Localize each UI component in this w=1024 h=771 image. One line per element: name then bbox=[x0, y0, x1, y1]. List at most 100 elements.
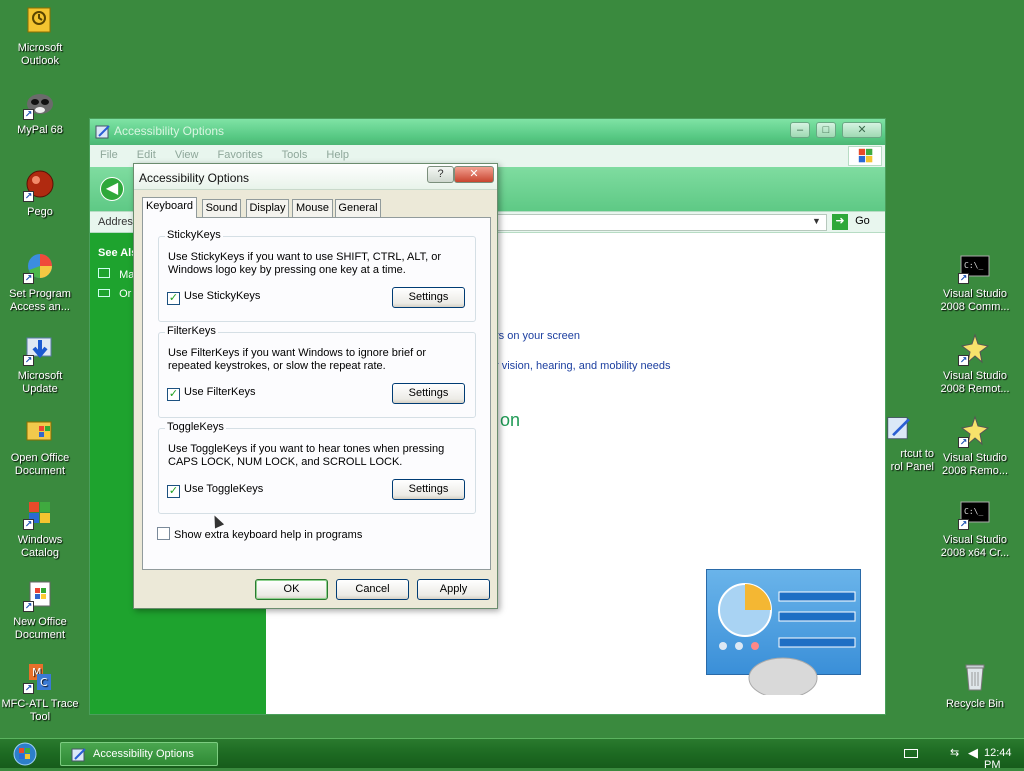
use-filterkeys-checkbox[interactable]: ✓ Use FilterKeys bbox=[167, 386, 256, 401]
address-dropdown-icon[interactable]: ▼ bbox=[812, 216, 821, 226]
raccoon-icon: ↗ bbox=[23, 86, 57, 120]
cancel-button[interactable]: Cancel bbox=[336, 579, 409, 600]
desktop-icon-microsoft-update[interactable]: ↗ Microsoft Update bbox=[0, 332, 80, 396]
desktop-icon-label: MyPal 68 bbox=[17, 124, 63, 136]
taskbar-item-accessibility-options[interactable]: Accessibility Options bbox=[60, 742, 218, 766]
svg-text:C:\_: C:\_ bbox=[964, 507, 983, 516]
svg-text:C:\_: C:\_ bbox=[964, 261, 983, 270]
address-label: Addres bbox=[98, 216, 133, 228]
group-title: FilterKeys bbox=[165, 325, 218, 337]
checkbox-label: Show extra keyboard help in programs bbox=[174, 529, 363, 541]
accessibility-options-dialog: Accessibility Options ? ✕ Keyboard Sound… bbox=[133, 163, 498, 609]
desktop-icon-vs2008-remote-1[interactable]: ↗ Visual Studio 2008 Remot... bbox=[935, 332, 1015, 396]
accessibility-icon bbox=[95, 125, 110, 139]
go-label: Go bbox=[855, 215, 870, 227]
desktop-icon-label: Set Program Access an... bbox=[9, 288, 71, 313]
desktop-icon-recycle-bin[interactable]: Recycle Bin bbox=[935, 660, 1015, 711]
desktop-icon-new-office-document[interactable]: ↗ New Office Document bbox=[0, 578, 80, 642]
keyboard-tray-icon[interactable] bbox=[904, 749, 918, 758]
command-prompt-icon: C:\_ ↗ bbox=[958, 250, 992, 284]
side-link-1[interactable]: Ma bbox=[98, 268, 134, 281]
desktop-icon-label: Visual Studio 2008 Comm... bbox=[940, 288, 1010, 313]
menu-view[interactable]: View bbox=[175, 149, 199, 161]
clock[interactable]: 12:44 PM bbox=[984, 747, 1024, 771]
menu-edit[interactable]: Edit bbox=[137, 149, 156, 161]
checkbox-check-icon: ✓ bbox=[167, 292, 180, 305]
desktop-icon-windows-catalog[interactable]: ↗ Windows Catalog bbox=[0, 496, 80, 560]
tab-display[interactable]: Display bbox=[246, 199, 289, 217]
help-button[interactable]: ? bbox=[427, 166, 454, 183]
use-stickykeys-checkbox[interactable]: ✓ Use StickyKeys bbox=[167, 290, 260, 305]
keyboard-tab-panel: StickyKeys Use StickyKeys if you want to… bbox=[142, 217, 491, 570]
menu-help[interactable]: Help bbox=[326, 149, 349, 161]
tab-sound[interactable]: Sound bbox=[202, 199, 241, 217]
desktop-icon-pego[interactable]: ↗ Pego bbox=[0, 168, 80, 219]
stickykeys-group: StickyKeys Use StickyKeys if you want to… bbox=[158, 229, 476, 322]
close-button[interactable]: ✕ bbox=[842, 122, 882, 138]
checkbox-label: Use ToggleKeys bbox=[184, 483, 264, 495]
network-tray-icon[interactable]: ⇆ bbox=[950, 746, 964, 760]
minimize-button[interactable]: – bbox=[790, 122, 810, 138]
desktop-icon-control-panel-shortcut[interactable]: rtcut to rol Panel bbox=[886, 414, 936, 474]
control-panel-titlebar[interactable]: Accessibility Options – □ ✕ bbox=[90, 119, 885, 145]
filterkeys-group: FilterKeys Use FilterKeys if you want Wi… bbox=[158, 325, 476, 418]
desktop-icon-vs2008-command[interactable]: C:\_ ↗ Visual Studio 2008 Comm... bbox=[935, 250, 1015, 314]
ok-button[interactable]: OK bbox=[255, 579, 328, 600]
desktop-icon-set-program-access[interactable]: ↗ Set Program Access an... bbox=[0, 250, 80, 314]
checkbox-check-icon: ✓ bbox=[167, 388, 180, 401]
filterkeys-settings-button[interactable]: Settings bbox=[392, 383, 465, 404]
maximize-button[interactable]: □ bbox=[816, 122, 836, 138]
shortcut-arrow-icon: ↗ bbox=[23, 683, 34, 694]
adjust-screen-link[interactable]: rs on your screen bbox=[495, 330, 580, 342]
remote-debugger-icon: ↗ bbox=[958, 332, 992, 366]
menu-tools[interactable]: Tools bbox=[282, 149, 308, 161]
volume-tray-icon[interactable]: ◀ bbox=[968, 745, 978, 761]
shortcut-arrow-icon: ↗ bbox=[23, 273, 34, 284]
tab-general[interactable]: General bbox=[335, 199, 381, 217]
pick-icon-heading: on bbox=[500, 410, 521, 430]
new-document-icon: ↗ bbox=[23, 578, 57, 612]
desktop-icon-vs2008-x64[interactable]: C:\_ ↗ Visual Studio 2008 x64 Cr... bbox=[935, 496, 1015, 560]
togglekeys-settings-button[interactable]: Settings bbox=[392, 479, 465, 500]
desktop-icon-label: Visual Studio 2008 x64 Cr... bbox=[940, 534, 1010, 559]
windows-catalog-icon: ↗ bbox=[23, 496, 57, 530]
desktop-icon-mfc-atl-trace-tool[interactable]: MC ↗ MFC-ATL Trace Tool bbox=[0, 660, 80, 724]
tab-keyboard[interactable]: Keyboard bbox=[142, 197, 197, 218]
close-button[interactable]: ✕ bbox=[454, 166, 494, 183]
desktop-icon-vs2008-remote-2[interactable]: ↗ Visual Studio 2008 Remo... bbox=[935, 414, 1015, 478]
accessibility-wizard-link[interactable]: r vision, hearing, and mobility needs bbox=[495, 360, 670, 372]
stickykeys-settings-button[interactable]: Settings bbox=[392, 287, 465, 308]
go-button[interactable]: ➜ Go bbox=[832, 214, 876, 232]
checkbox-label: Use StickyKeys bbox=[184, 290, 261, 302]
command-prompt-icon: C:\_ ↗ bbox=[958, 496, 992, 530]
desktop-icon-microsoft-outlook[interactable]: Microsoft Outlook bbox=[0, 4, 80, 68]
menu-file[interactable]: File bbox=[100, 149, 118, 161]
close-icon: ✕ bbox=[469, 168, 479, 180]
menu-favorites[interactable]: Favorites bbox=[218, 149, 263, 161]
back-button[interactable]: ◀ bbox=[100, 177, 124, 201]
keyboard-icon bbox=[98, 289, 110, 297]
dialog-title: Accessibility Options bbox=[139, 171, 250, 185]
start-orb-icon bbox=[13, 742, 37, 766]
accessibility-icon bbox=[71, 748, 86, 762]
apply-button[interactable]: Apply bbox=[417, 579, 490, 600]
togglekeys-group: ToggleKeys Use ToggleKeys if you want to… bbox=[158, 421, 476, 514]
magnifier-icon bbox=[98, 268, 110, 278]
see-also-heading: See Als bbox=[98, 247, 138, 259]
desktop-icon-open-office-document[interactable]: Open Office Document bbox=[0, 414, 80, 478]
side-link-2[interactable]: Or bbox=[98, 288, 131, 300]
desktop-icon-label: MFC-ATL Trace Tool bbox=[1, 698, 79, 723]
dialog-titlebar[interactable]: Accessibility Options ? ✕ bbox=[134, 164, 497, 190]
use-togglekeys-checkbox[interactable]: ✓ Use ToggleKeys bbox=[167, 483, 263, 498]
address-input[interactable] bbox=[495, 214, 827, 231]
start-button[interactable] bbox=[8, 741, 42, 767]
desktop-icon-mypal-68[interactable]: ↗ MyPal 68 bbox=[0, 86, 80, 137]
desktop-icon-label: New Office Document bbox=[13, 616, 67, 641]
checkbox-check-icon: ✓ bbox=[167, 485, 180, 498]
shortcut-arrow-icon: ↗ bbox=[958, 355, 969, 366]
desktop-icon-label: Recycle Bin bbox=[945, 698, 1005, 710]
program-access-icon: ↗ bbox=[23, 250, 57, 284]
tab-mouse[interactable]: Mouse bbox=[292, 199, 333, 217]
extra-keyboard-help-checkbox[interactable]: Show extra keyboard help in programs bbox=[157, 527, 362, 541]
remote-debugger-icon: ↗ bbox=[958, 414, 992, 448]
